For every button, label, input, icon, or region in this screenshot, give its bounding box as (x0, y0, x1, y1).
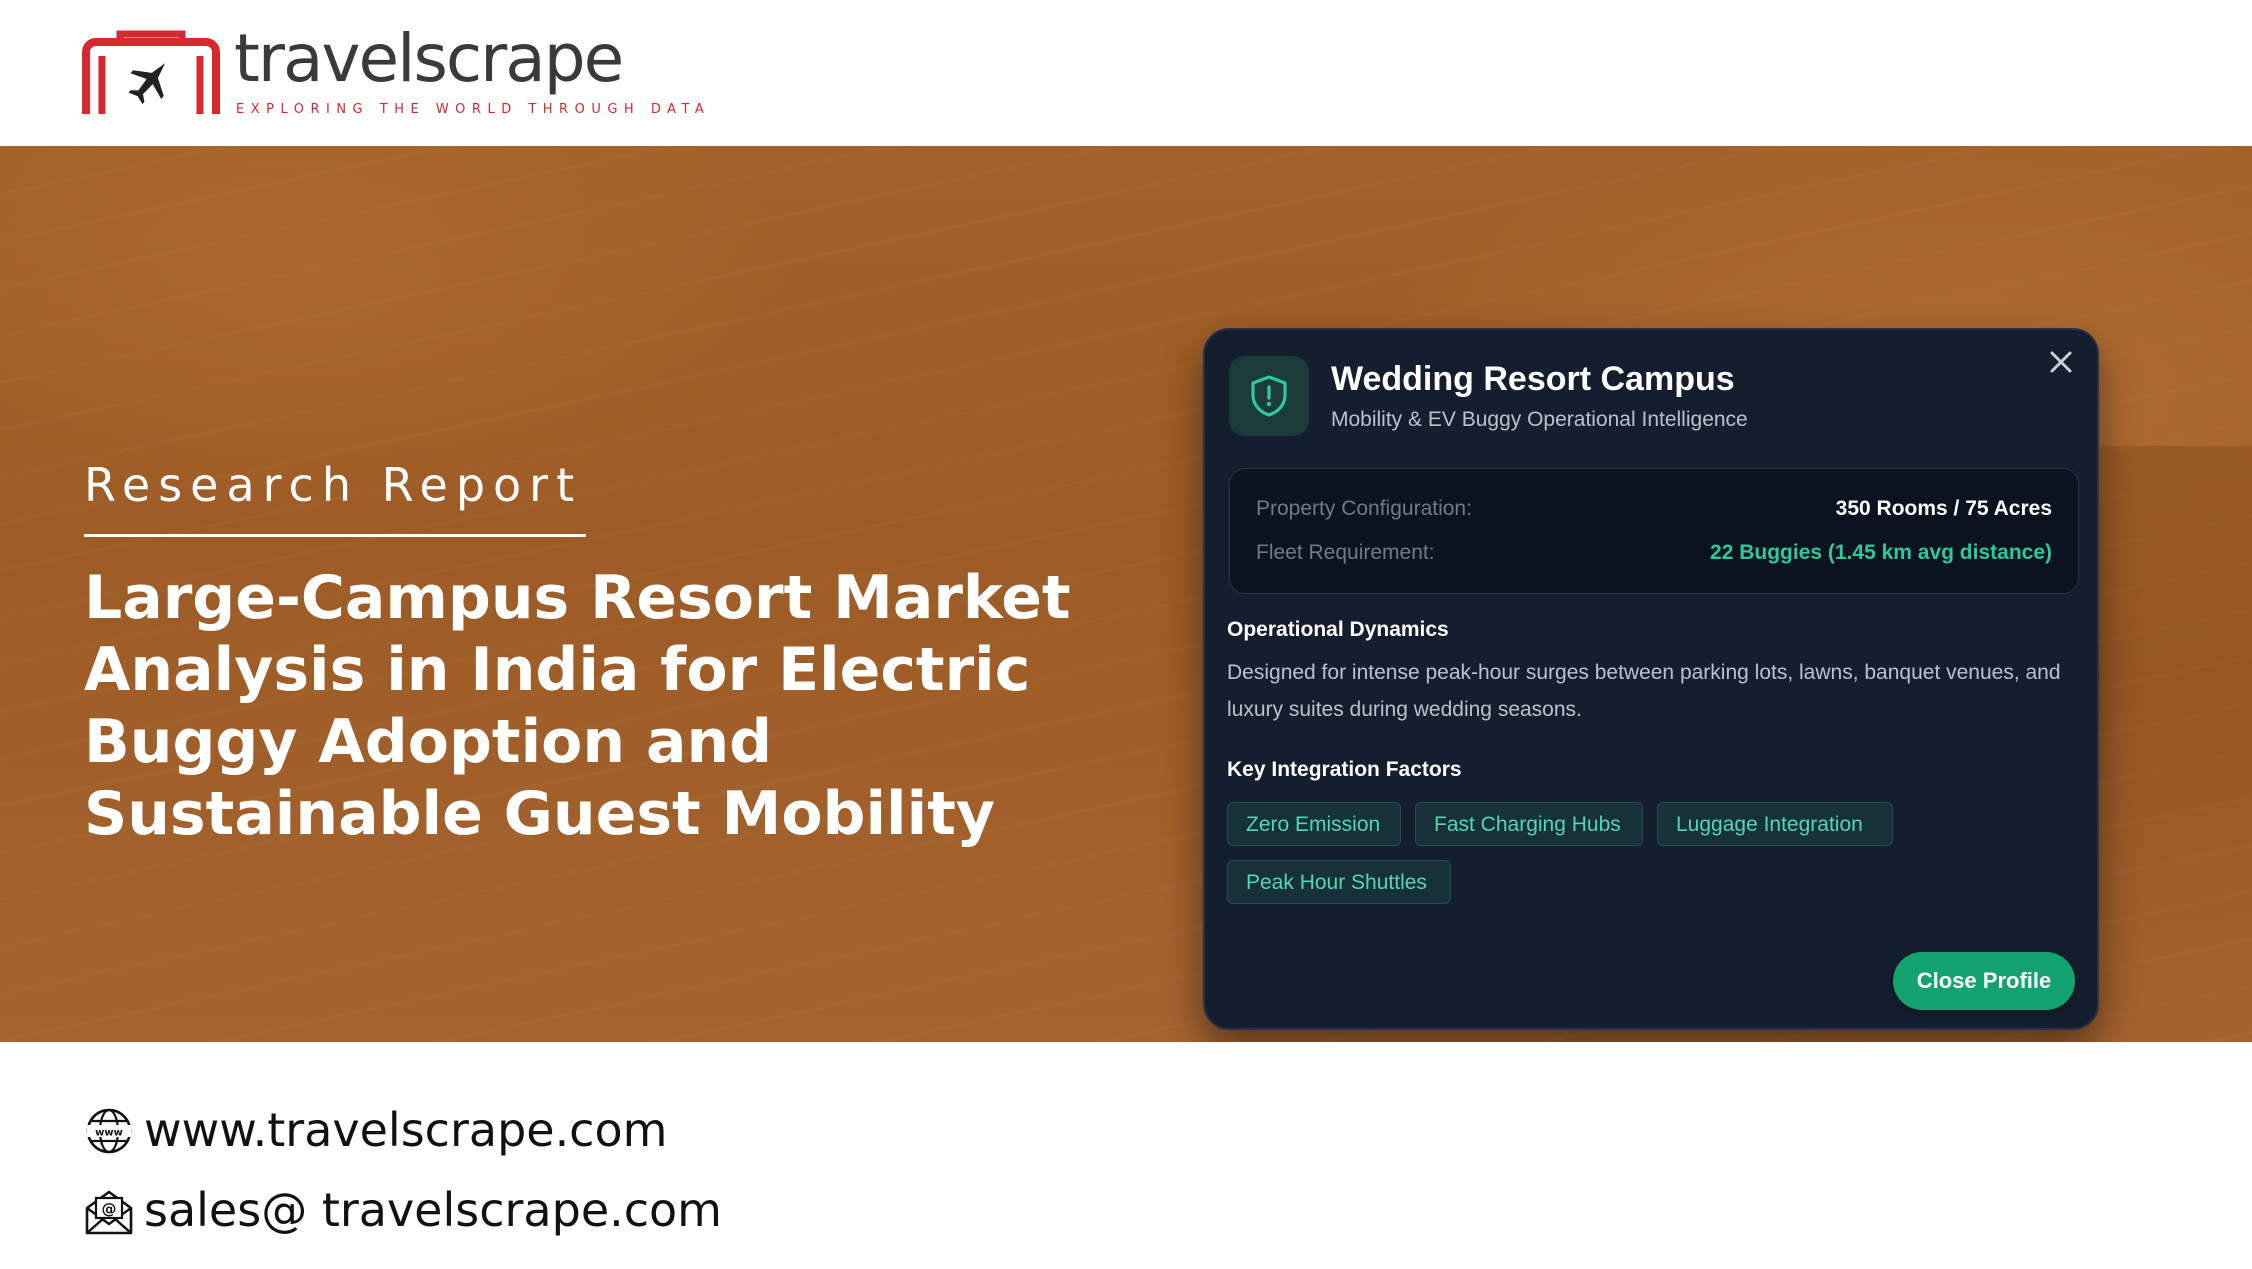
fleet-requirement-label: Fleet Requirement: (1256, 541, 1435, 564)
modal-title: Wedding Resort Campus (1331, 360, 1735, 398)
email-envelope-icon: @ (85, 1190, 133, 1235)
integration-factors-heading: Key Integration Factors (1227, 758, 1462, 781)
modal-subtitle: Mobility & EV Buggy Operational Intellig… (1331, 408, 1748, 431)
fleet-requirement-value: 22 Buggies (1.45 km avg distance) (1710, 541, 2052, 564)
close-icon (2050, 351, 2072, 373)
property-configuration-label: Property Configuration: (1256, 497, 1472, 520)
property-config-panel: Property Configuration: 350 Rooms / 75 A… (1229, 468, 2079, 594)
tag-peak-hour-shuttles[interactable]: Peak Hour Shuttles (1227, 860, 1451, 904)
svg-text:www: www (95, 1128, 123, 1139)
hero-banner: Research Report Large-Campus Resort Mark… (0, 146, 2252, 1042)
modal-icon-badge (1229, 356, 1309, 436)
globe-www-icon: www (86, 1108, 132, 1154)
fleet-requirement-row: Fleet Requirement: 22 Buggies (1.45 km a… (1256, 541, 2052, 571)
website-url[interactable]: www.travelscrape.com (144, 1102, 667, 1158)
logo-tagline: EXPLORING THE WORLD THROUGH DATA (236, 102, 711, 117)
operational-dynamics-heading: Operational Dynamics (1227, 618, 1449, 641)
shield-alert-icon (1251, 375, 1287, 417)
logo-wordmark: travelscrape (234, 20, 624, 97)
travelscrape-logo[interactable]: travelscrape EXPLORING THE WORLD THROUGH… (80, 22, 704, 120)
operational-dynamics-text: Designed for intense peak-hour surges be… (1227, 661, 2061, 721)
suitcase-plane-icon (82, 30, 220, 114)
property-configuration-value: 350 Rooms / 75 Acres (1835, 497, 2052, 520)
modal-close-button[interactable] (2043, 344, 2079, 380)
report-label-underline (84, 534, 586, 537)
tag-luggage-integration[interactable]: Luggage Integration (1657, 802, 1893, 846)
resort-profile-modal: Wedding Resort Campus Mobility & EV Bugg… (1203, 328, 2099, 1030)
report-label: Research Report (84, 458, 583, 512)
svg-text:@: @ (102, 1200, 117, 1218)
property-configuration-row: Property Configuration: 350 Rooms / 75 A… (1256, 497, 2052, 527)
report-title: Large-Campus Resort Market Analysis in I… (84, 563, 1071, 849)
tag-fast-charging-hubs[interactable]: Fast Charging Hubs (1415, 802, 1643, 846)
close-profile-button[interactable]: Close Profile (1893, 952, 2075, 1010)
email-address[interactable]: sales@ travelscrape.com (144, 1182, 722, 1238)
site-header: travelscrape EXPLORING THE WORLD THROUGH… (0, 0, 2252, 146)
tag-zero-emission[interactable]: Zero Emission (1227, 802, 1401, 846)
